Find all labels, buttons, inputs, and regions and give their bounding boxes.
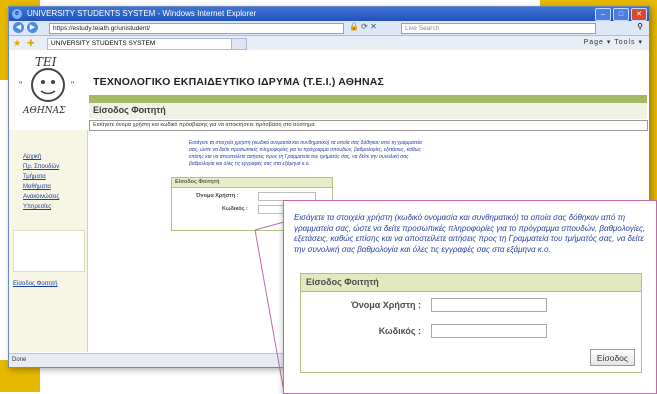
ie-logo-icon: e bbox=[12, 9, 22, 19]
page-heading: Είσοδος Φοιτητή bbox=[93, 105, 166, 115]
header-accent-bar bbox=[89, 95, 647, 103]
new-tab-button[interactable] bbox=[231, 38, 247, 50]
zoom-username-input[interactable] bbox=[431, 298, 547, 312]
command-bar[interactable]: Page ▾ Tools ▾ bbox=[584, 38, 643, 46]
login-form: Είσοδος Φοιτητή Όνομα Χρήστη : Κωδικός :… bbox=[300, 273, 642, 373]
tab-bar: ★ ✚ UNIVERSITY STUDENTS SYSTEM Page ▾ To… bbox=[9, 36, 649, 51]
page-heading-bar: Είσοδος Φοιτητή bbox=[89, 103, 647, 119]
zoom-password-input[interactable] bbox=[431, 324, 547, 338]
zoom-intro-text: Εισάγετε τα στοιχεία χρήστη (κωδικό ονομ… bbox=[294, 213, 646, 254]
login-form-title: Είσοδος Φοιτητή bbox=[301, 274, 641, 292]
institution-title: ΤΕΧΝΟΛΟΓΙΚΟ ΕΚΠΑΙΔΕΥΤΙΚΟ ΙΔΡΥΜΑ (Τ.Ε.Ι.)… bbox=[93, 76, 385, 88]
zoom-password-label: Κωδικός : bbox=[378, 326, 421, 336]
zoom-callout: Εισάγετε τα στοιχεία χρήστη (κωδικό ονομ… bbox=[283, 200, 657, 394]
tei-logo: ΤΕΙ ΑΘΗΝΑΣ " " bbox=[19, 55, 74, 116]
window-controls: – □ ✕ bbox=[595, 8, 647, 21]
sidebar: Αρχική Πρ. Σπουδών Τμήματα Μαθήματα Ανακ… bbox=[9, 130, 88, 352]
tab-active[interactable]: UNIVERSITY STUDENTS SYSTEM bbox=[47, 38, 232, 50]
refresh-stop-icons[interactable]: 🔒 ⟳ ✕ bbox=[349, 22, 377, 31]
address-bar: ◀ ▶ https://estudy.teiath.gr/unistudent/… bbox=[9, 21, 649, 36]
sidebar-item-departments[interactable]: Τμήματα bbox=[23, 172, 87, 182]
favorites-star-icon[interactable]: ★ bbox=[13, 38, 21, 49]
login-form-header: Είσοδος Φοιτητή bbox=[172, 178, 332, 188]
sidebar-item-courses[interactable]: Μαθήματα bbox=[23, 182, 87, 192]
svg-text:ΑΘΗΝΑΣ: ΑΘΗΝΑΣ bbox=[22, 106, 66, 116]
close-button[interactable]: ✕ bbox=[631, 8, 647, 21]
window-titlebar: e UNIVERSITY STUDENTS SYSTEM - Windows I… bbox=[9, 7, 649, 21]
password-label: Κωδικός : bbox=[222, 206, 248, 212]
sidebar-item-study-program[interactable]: Πρ. Σπουδών bbox=[23, 162, 87, 172]
svg-text:": " bbox=[71, 80, 74, 90]
info-line: Εισάγετε όνομα χρήστη και κωδικό πρόσβασ… bbox=[89, 120, 648, 131]
search-input[interactable]: Live Search bbox=[401, 23, 596, 34]
svg-text:ΤΕΙ: ΤΕΙ bbox=[35, 55, 57, 69]
username-label: Όνομα Χρήστη : bbox=[196, 193, 239, 199]
add-favorite-icon[interactable]: ✚ bbox=[27, 38, 35, 49]
zoom-username-label: Όνομα Χρήστη : bbox=[351, 300, 421, 310]
minimize-button[interactable]: – bbox=[595, 8, 611, 21]
url-input[interactable]: https://estudy.teiath.gr/unistudent/ bbox=[49, 23, 344, 34]
sidebar-blank-panel bbox=[13, 230, 85, 272]
maximize-button[interactable]: □ bbox=[613, 8, 629, 21]
login-submit-button[interactable]: Είσοδος bbox=[589, 349, 635, 366]
sidebar-item-services[interactable]: Υπηρεσίες bbox=[23, 202, 87, 212]
search-icon[interactable]: ⚲ bbox=[637, 22, 643, 31]
window-title: UNIVERSITY STUDENTS SYSTEM - Windows Int… bbox=[27, 9, 257, 18]
intro-text: Εισάγετε τα στοιχεία χρήστη (κωδικό ονομ… bbox=[189, 140, 422, 167]
back-icon[interactable]: ◀ bbox=[13, 22, 24, 33]
sidebar-login-link[interactable]: Είσοδος Φοιτητή bbox=[13, 279, 57, 289]
sidebar-item-home[interactable]: Αρχική bbox=[23, 152, 87, 162]
sidebar-item-announcements[interactable]: Ανακοινώσεις bbox=[23, 192, 87, 202]
forward-icon[interactable]: ▶ bbox=[27, 22, 38, 33]
svg-text:": " bbox=[19, 80, 22, 90]
